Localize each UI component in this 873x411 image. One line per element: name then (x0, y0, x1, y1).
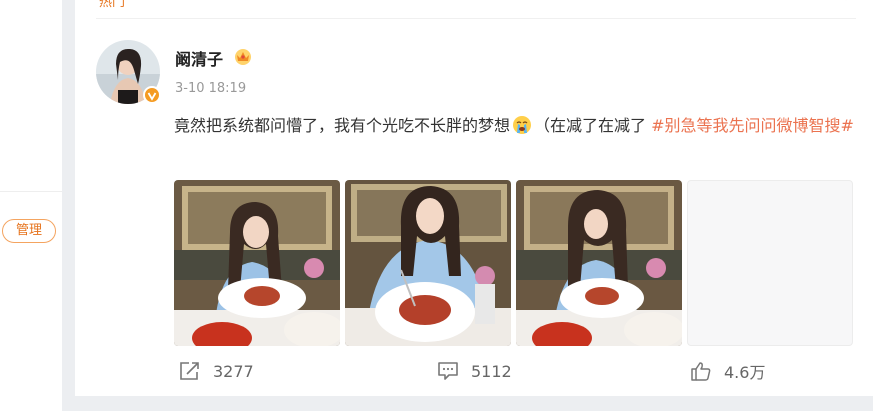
vip-crown-icon (235, 49, 251, 65)
left-side-panel: 管理 (0, 0, 62, 411)
feed-tab-hot[interactable]: 热门 (99, 0, 125, 10)
comment-count: 5112 (471, 361, 512, 381)
crying-face-icon (513, 116, 532, 134)
post-text-main: 竟然把系统都问懵了，我有个光吃不长胖的梦想 (174, 116, 511, 135)
left-divider (0, 191, 62, 192)
post-card: 热门 阚清子 3-10 18:19 竟然把系统都问懵了，我有个光吃不长胖的梦想 (75, 0, 873, 396)
hashtag-link[interactable]: #别急等我先问问微博智搜# (651, 116, 854, 135)
post-photo-1[interactable] (174, 180, 340, 346)
verified-badge-icon (143, 86, 161, 104)
divider (96, 18, 856, 19)
feed-gap (75, 396, 873, 411)
repost-button[interactable]: 3277 (179, 359, 254, 383)
share-icon (180, 362, 199, 380)
chevron-down-icon[interactable] (839, 0, 853, 4)
manage-button[interactable]: 管理 (2, 219, 56, 243)
post-text: 竟然把系统都问懵了，我有个光吃不长胖的梦想 （在减了在减了 #别急等我先问问微博… (174, 112, 854, 140)
post-time[interactable]: 3-10 18:19 (175, 81, 246, 96)
author-name[interactable]: 阚清子 (175, 46, 223, 70)
comment-icon (438, 362, 458, 380)
like-button[interactable]: 4.6万 (690, 359, 765, 383)
post-text-aside: （在减了在减了 (534, 116, 652, 135)
comment-button[interactable]: 5112 (437, 359, 512, 383)
post-photo-2[interactable] (345, 180, 511, 346)
thumbs-up-icon (691, 362, 711, 381)
repost-count: 3277 (213, 361, 254, 381)
like-count: 4.6万 (724, 363, 766, 382)
post-photo-3[interactable] (516, 180, 682, 346)
post-photo-4[interactable] (687, 180, 853, 346)
